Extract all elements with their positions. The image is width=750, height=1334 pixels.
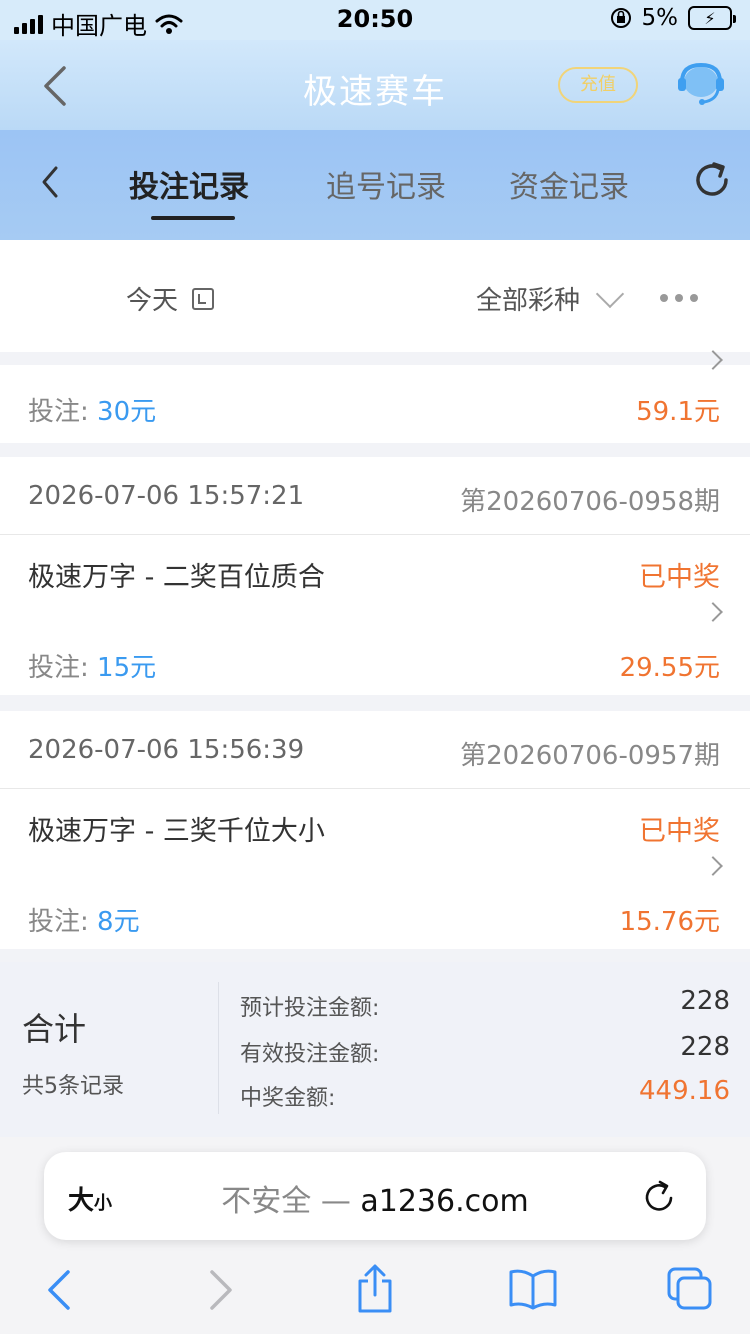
share-icon[interactable]: [354, 1263, 396, 1315]
app-header: 极速赛车 充值: [0, 40, 750, 130]
bet-amount-row: 投注: 30元: [28, 391, 156, 428]
bet-label: 投注:: [28, 907, 89, 937]
record-play-name: 极速万字 - 三奖千位大小: [28, 816, 325, 847]
record-play-name: 极速万字 - 二奖百位质合: [28, 562, 325, 593]
record-card-partial[interactable]: 投注: 30元 59.1元: [0, 350, 750, 443]
record-header: 2026-07-06 15:56:39 第20260706-0957期: [0, 711, 750, 789]
win-amount: 59.1元: [636, 397, 720, 427]
address-bar[interactable]: 大小 不安全 — a1236.com: [44, 1152, 706, 1240]
record-card[interactable]: 2026-07-06 15:57:21 第20260706-0958期 极速万字…: [0, 457, 750, 695]
summary-value: 449.16: [639, 1076, 730, 1106]
battery-percent: 5%: [641, 5, 679, 31]
url-host: a1236.com: [360, 1184, 529, 1219]
tab-bet-records[interactable]: 投注记录: [129, 162, 249, 220]
bet-amount: 30元: [97, 397, 157, 427]
record-issue: 第20260706-0958期: [460, 487, 720, 517]
tab-label: 追号记录: [326, 170, 446, 205]
status-bar: 中国广电 20:50 5% ⚡: [0, 0, 750, 40]
date-filter[interactable]: 今天: [126, 280, 215, 317]
summary-value: 228: [680, 1032, 730, 1062]
browser-chrome: 大小 不安全 — a1236.com: [0, 1137, 750, 1334]
bookmarks-icon[interactable]: [508, 1268, 558, 1310]
record-tabs: 投注记录 追号记录 资金记录: [0, 130, 750, 240]
recharge-button[interactable]: 充值: [558, 67, 638, 103]
orientation-lock-icon: [610, 8, 631, 28]
browser-forward-icon[interactable]: [206, 1268, 236, 1312]
summary-divider: [218, 982, 219, 1114]
win-amount: 15.76元: [619, 907, 720, 937]
url-text: 不安全 — a1236.com: [44, 1176, 706, 1220]
filter-bar: 今天 全部彩种: [0, 240, 750, 352]
date-filter-label: 今天: [126, 286, 179, 316]
tab-chase-records[interactable]: 追号记录: [326, 162, 446, 206]
summary-row-valid-bet: 有效投注金额: 228: [240, 1032, 730, 1068]
chevron-down-icon: [595, 279, 625, 308]
tabs-overview-icon[interactable]: [666, 1266, 714, 1312]
bet-amount-row: 投注: 8元: [28, 901, 140, 938]
summary-panel: 合计 共5条记录 预计投注金额: 228 有效投注金额: 228 中奖金额: 4…: [0, 962, 750, 1137]
bet-amount-row: 投注: 15元: [28, 647, 156, 684]
battery-charging-icon: ⚡: [688, 6, 736, 30]
record-status: 已中奖: [639, 562, 720, 593]
record-header: 2026-07-06 15:57:21 第20260706-0958期: [0, 457, 750, 535]
win-amount: 29.55元: [619, 653, 720, 683]
summary-label: 中奖金额:: [240, 1086, 336, 1111]
record-datetime: 2026-07-06 15:57:21: [28, 481, 305, 511]
calendar-icon: [192, 287, 215, 310]
tab-fund-records[interactable]: 资金记录: [509, 162, 629, 206]
reload-icon[interactable]: [642, 1178, 676, 1214]
summary-title: 合计: [22, 1010, 87, 1048]
tabs-back-icon[interactable]: [38, 164, 62, 200]
summary-label: 预计投注金额:: [240, 996, 380, 1021]
bet-amount: 8元: [97, 907, 140, 937]
tab-label: 投注记录: [129, 170, 249, 205]
lottery-filter-label: 全部彩种: [476, 286, 581, 316]
chevron-right-icon: [703, 602, 723, 622]
chevron-right-icon: [703, 856, 723, 876]
record-card[interactable]: 2026-07-06 15:56:39 第20260706-0957期 极速万字…: [0, 711, 750, 949]
insecure-label: 不安全 —: [221, 1184, 361, 1219]
bet-label: 投注:: [28, 653, 89, 683]
summary-row-expected-bet: 预计投注金额: 228: [240, 986, 730, 1022]
more-options-icon[interactable]: [660, 294, 698, 302]
summary-value: 228: [680, 986, 730, 1016]
refresh-icon[interactable]: [692, 160, 732, 200]
bet-amount: 15元: [97, 653, 157, 683]
chevron-right-icon: [703, 350, 723, 370]
customer-service-icon[interactable]: [676, 62, 726, 108]
browser-back-icon[interactable]: [44, 1268, 74, 1312]
record-issue: 第20260706-0957期: [460, 741, 720, 771]
tab-label: 资金记录: [509, 170, 629, 205]
summary-label: 有效投注金额:: [240, 1042, 380, 1067]
status-right: 5% ⚡: [610, 5, 736, 31]
record-count: 共5条记录: [22, 1074, 124, 1099]
bet-label: 投注:: [28, 397, 89, 427]
record-datetime: 2026-07-06 15:56:39: [28, 735, 305, 765]
lottery-filter[interactable]: 全部彩种: [476, 279, 625, 317]
record-status: 已中奖: [639, 816, 720, 847]
active-tab-indicator: [151, 216, 235, 220]
summary-row-win-amount: 中奖金额: 449.16: [240, 1076, 730, 1112]
